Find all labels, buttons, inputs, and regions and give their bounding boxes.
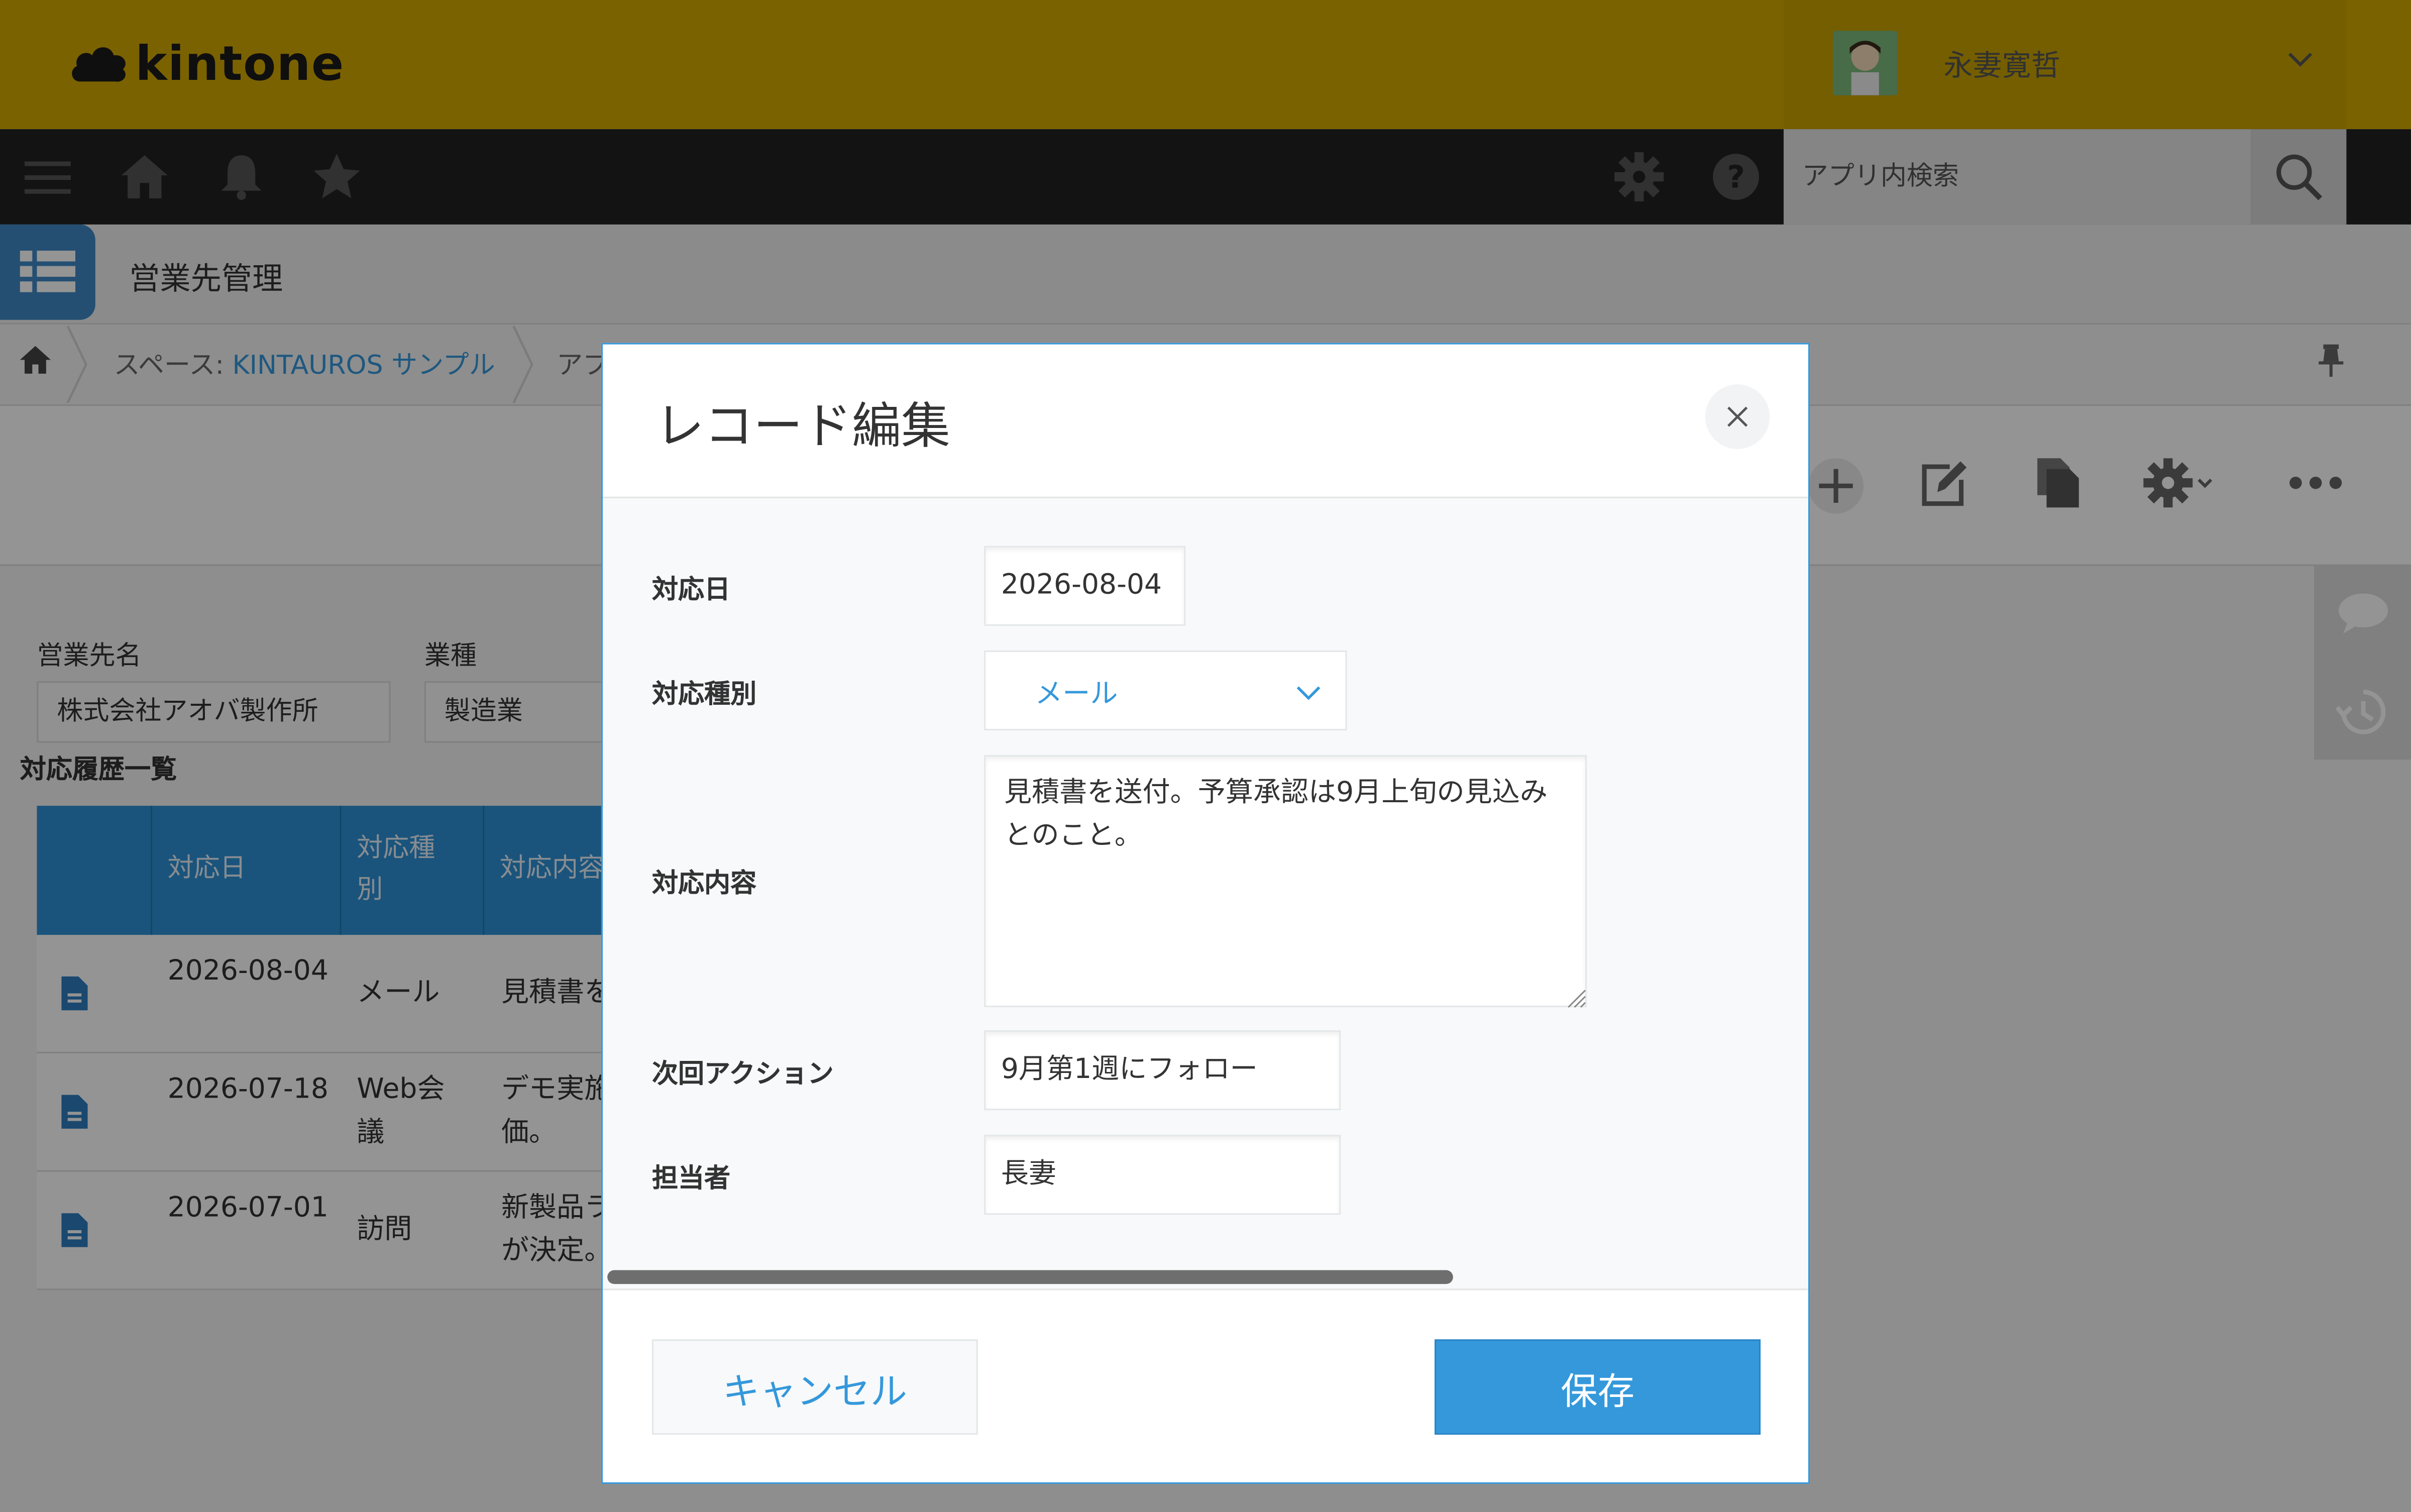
cancel-button[interactable]: キャンセル	[651, 1339, 978, 1435]
owner-field[interactable]: 長妻	[984, 1135, 1341, 1215]
date-label: 対応日	[651, 575, 731, 606]
close-button[interactable]	[1705, 384, 1770, 449]
next-action-label: 次回アクション	[651, 1059, 834, 1091]
close-icon	[1727, 406, 1748, 427]
type-label: 対応種別	[651, 680, 757, 711]
app-screen: kintone 永妻寛哲 ? アプリ内検索 営業先管理 スペース: KINTAU…	[0, 0, 2411, 1512]
content-textarea[interactable]: 見積書を送付。予算承認は9月上旬の見込みとのこと。	[984, 755, 1587, 1008]
type-select-value: メール	[1035, 678, 1118, 711]
owner-label: 担当者	[651, 1164, 731, 1195]
resize-handle-icon[interactable]	[1565, 987, 1587, 1009]
dialog-footer: キャンセル 保存	[602, 1288, 1808, 1482]
dialog-body[interactable]: 対応日 2026-08-04 対応種別 メール 対応内容 見積書を送付。予算承認…	[602, 498, 1808, 1289]
record-edit-dialog: レコード編集 対応日 2026-08-04 対応種別 メール 対応内容 見積書を…	[601, 343, 1810, 1484]
next-action-field[interactable]: 9月第1週にフォロー	[984, 1030, 1341, 1111]
dialog-title: レコード編集	[655, 396, 950, 456]
content-label: 対応内容	[651, 869, 757, 900]
date-field[interactable]: 2026-08-04	[984, 546, 1186, 626]
chevron-down-icon	[1296, 686, 1321, 700]
dialog-header: レコード編集	[602, 344, 1808, 498]
type-select[interactable]: メール	[984, 650, 1347, 731]
save-button[interactable]: 保存	[1435, 1339, 1761, 1435]
horizontal-scrollbar[interactable]	[607, 1270, 1453, 1284]
